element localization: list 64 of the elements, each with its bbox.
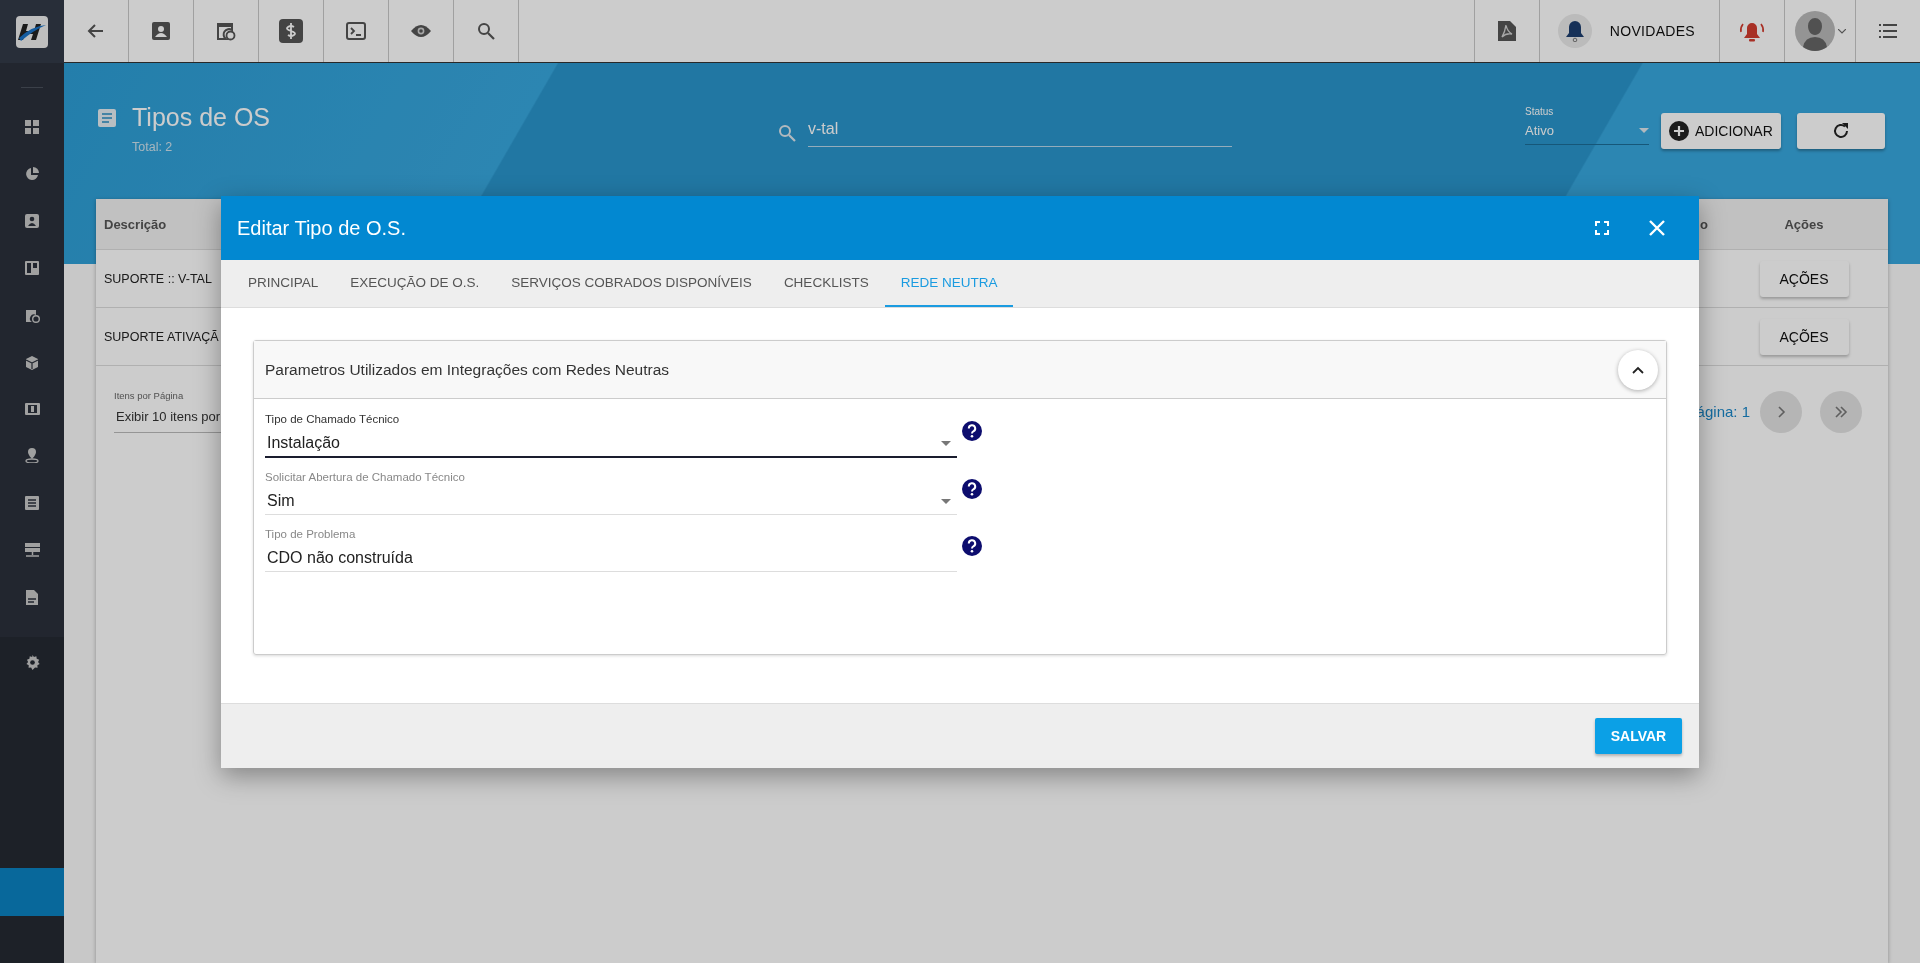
page-title: Tipos de OS [132,103,271,132]
pdf-icon[interactable] [1497,21,1516,41]
panel-title: Parametros Utilizados em Integrações com Redes Neutras [265,360,670,379]
tab[interactable]: CHECKLISTS [767,260,885,307]
caret-icon [1837,28,1846,34]
settings-icon[interactable] [24,655,40,670]
column-header: Ações [1783,216,1825,232]
search-icon [778,123,796,142]
caret-icon [941,498,951,504]
help-icon[interactable] [962,479,982,499]
double-chevron-icon [1834,405,1848,418]
calendar-clock-icon[interactable] [216,21,236,41]
tab[interactable]: PRINCIPAL [232,260,335,307]
column-header: o [1700,216,1709,232]
status-label: Status [1525,106,1555,117]
terminal-icon[interactable] [346,22,366,40]
server-icon[interactable] [24,543,40,557]
select-field[interactable]: Tipo de Chamado Técnico Instalação [265,413,957,458]
chevron-right-icon [1776,405,1786,418]
location-pin-icon[interactable] [25,448,39,463]
refresh-button[interactable] [1796,113,1885,149]
pie-chart-icon[interactable] [25,167,39,181]
total-count: Total: 2 [132,140,174,154]
tab[interactable]: SERVIÇOS COBRADOS DISPONÍVEIS [495,260,768,307]
items-per-page-label: Itens por Página [114,390,185,401]
menu-icon[interactable] [1879,24,1897,38]
dialog-title: Editar Tipo de O.S. [237,216,407,240]
list-icon[interactable] [25,496,39,510]
plus-icon [1669,121,1689,141]
alarm-bell-icon[interactable] [1739,20,1765,42]
close-icon[interactable] [1649,220,1665,236]
avatar-icon [1794,11,1835,51]
refresh-icon [1831,122,1850,140]
table-cell-text: SUPORTE ATIVAÇÃ [103,329,220,344]
dollar-icon[interactable] [279,19,303,43]
search-icon[interactable] [477,22,495,40]
help-icon[interactable] [962,536,982,556]
table-cell-text: SUPORTE :: V-TAL [103,271,213,286]
back-arrow-icon[interactable] [87,22,105,40]
eye-icon[interactable] [410,24,432,38]
board-icon[interactable] [25,261,39,275]
contact-card-icon[interactable] [25,214,39,228]
contact-card-icon[interactable] [152,22,170,40]
logo-icon[interactable] [0,0,64,63]
caret-icon [941,440,951,446]
news-button[interactable]: NOVIDADES [1538,0,1719,62]
document-icon[interactable] [26,590,38,605]
actions-button[interactable]: AÇÕES [1759,260,1849,297]
help-icon[interactable] [962,421,982,441]
actions-button[interactable]: AÇÕES [1759,318,1849,355]
chevron-icon [1632,365,1644,374]
input-field[interactable]: Tipo de Problema CDO não construída [265,528,957,572]
calendar-clock-icon[interactable] [24,308,40,323]
bell-icon [1564,20,1585,42]
tab[interactable]: EXECUÇÃO DE O.S. [334,260,496,307]
fullscreen-icon[interactable] [1595,221,1609,235]
add-button[interactable]: ADICIONAR [1661,113,1781,149]
list-icon [98,108,116,127]
grid-icon[interactable] [25,120,39,134]
caret-icon [1639,128,1649,133]
select-field[interactable]: Solicitar Abertura de Chamado Técnico Sim [265,471,957,515]
cube-icon[interactable] [25,356,39,370]
column-header: Descrição [103,216,168,232]
money-icon[interactable] [24,403,40,415]
